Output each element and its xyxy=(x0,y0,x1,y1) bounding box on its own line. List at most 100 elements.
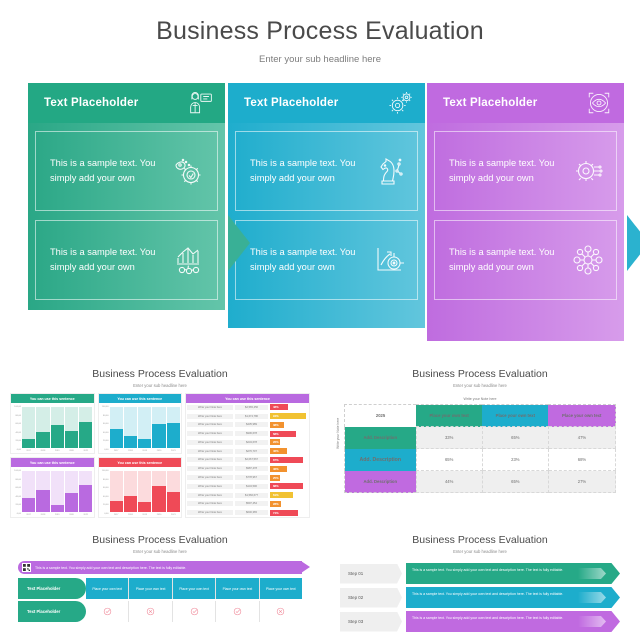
matrix-cell: 23% xyxy=(481,448,549,471)
list-item[interactable]: Write your Note here $597,454 28% xyxy=(186,499,309,508)
thumb-d-subtitle: Enter your sub headline here xyxy=(453,549,507,554)
checklist-column-header[interactable]: Place your own text xyxy=(259,578,303,599)
cell-text: This is a sample text. You simply add yo… xyxy=(449,247,555,272)
process-arrow-1 xyxy=(228,215,252,271)
list-item[interactable]: Write your Note here $2,565,456 48% xyxy=(186,403,309,412)
step-row[interactable]: Step 01 This is a sample text. You simply… xyxy=(340,563,620,584)
matrix-column-header[interactable]: Place your own text xyxy=(548,404,616,427)
panel-2-cell-2[interactable]: This is a sample text. You simply add yo… xyxy=(235,220,418,300)
list-value: $234,678 xyxy=(235,439,268,445)
thumbnail-steps-arrows[interactable]: Business Process Evaluation Enter your s… xyxy=(320,528,640,634)
list-item[interactable]: Write your Note here $987,478 46% xyxy=(186,464,309,473)
process-panel-1[interactable]: Text Placeholder This is a sample text. … xyxy=(28,83,250,310)
chevron-right-icon xyxy=(578,616,606,627)
checklist-column-header[interactable]: Place your own text xyxy=(129,578,173,599)
list-item[interactable]: Write your Note here $276,707 46% xyxy=(186,447,309,456)
list-value: $2,067,567 xyxy=(235,457,268,463)
x-tick-label: 2017 xyxy=(26,450,31,452)
list-note: Write your Note here xyxy=(187,431,233,437)
gears-icon xyxy=(387,90,413,116)
checklist-rows: Text Placeholder Place your own text Place… xyxy=(18,578,303,622)
bar-chart-3[interactable]: You can use this sentence 100,00 80,00 60,0… xyxy=(10,457,95,518)
bar-column: 2021 xyxy=(166,469,180,516)
chevron-right-icon xyxy=(578,592,606,603)
panel-3-cell-2[interactable]: This is a sample text. You simply add yo… xyxy=(434,220,617,300)
list-item[interactable]: Write your Note here $1,566,677 61% xyxy=(186,491,309,500)
matrix-cell: 44% xyxy=(415,470,483,493)
eye-vision-icon xyxy=(586,90,612,116)
bar-chart-title: You can use this sentence xyxy=(98,394,181,403)
list-value: $1,674,786 xyxy=(235,413,268,419)
panel-1-label: Text Placeholder xyxy=(44,97,139,109)
list-bar-track: 25% xyxy=(270,474,308,481)
thumbnail-charts-and-list[interactable]: Business Process Evaluation Enter your s… xyxy=(0,362,320,518)
bar-column: 2018 xyxy=(36,405,50,452)
thumbnail-matrix-table[interactable]: Business Process Evaluation Enter your s… xyxy=(320,362,640,518)
matrix-cell: 33% xyxy=(415,426,483,449)
x-tick-label: 2021 xyxy=(171,514,176,516)
panel-3-cell-1[interactable]: This is a sample text. You simply add yo… xyxy=(434,131,617,211)
y-axis: 100,00 80,00 60,00 40,00 20,00 0,00 xyxy=(101,406,109,451)
list-note: Write your Note here xyxy=(187,404,233,410)
list-item[interactable]: Write your Note here $778,967 25% xyxy=(186,473,309,482)
list-note: Write your Note here xyxy=(187,413,233,419)
list-note: Write your Note here xyxy=(187,422,233,428)
checklist-column-header[interactable]: Place your own text xyxy=(216,578,260,599)
bar-column: 2017 xyxy=(109,405,123,452)
list-item[interactable]: Write your Note here $646,365 74% xyxy=(186,508,309,517)
list-item[interactable]: Write your Note here $906,678 68% xyxy=(186,429,309,438)
matrix-row-label[interactable]: Add. Description xyxy=(344,470,417,493)
matrix-column-header[interactable]: Place your own text xyxy=(416,404,483,427)
chess-knight-icon xyxy=(373,155,405,187)
bar-chart-4[interactable]: You can use this sentence 100,00 80,00 60,0… xyxy=(97,457,182,518)
matrix-row-label[interactable]: Add. Description xyxy=(344,426,417,449)
thumb-a-canvas: You can use this sentence 100,00 80,00 60,0… xyxy=(10,393,310,518)
x-tick-label: 2018 xyxy=(40,514,46,516)
bar-column: 2019 xyxy=(50,405,64,452)
list-item[interactable]: Write your Note here $234,678 26% xyxy=(186,438,309,447)
panel-1-cell-2[interactable]: This is a sample text. You simply add yo… xyxy=(35,220,218,300)
panel-2-cell-1[interactable]: This is a sample text. You simply add yo… xyxy=(235,131,418,211)
list-item[interactable]: Write your Note here $2,067,567 87% xyxy=(186,456,309,465)
bar-chart-title: You can use this sentence xyxy=(98,458,181,467)
checklist-banner: This is a sample text. You simply add yo… xyxy=(18,561,310,574)
presenter-icon xyxy=(187,90,213,116)
step-row[interactable]: Step 03 This is a sample text. You simply… xyxy=(340,611,620,632)
matrix-row-label[interactable]: Add. Description xyxy=(344,448,417,471)
thumb-a-title: Business Process Evaluation xyxy=(92,368,228,380)
panel-1-cell-1[interactable]: This is a sample text. You simply add yo… xyxy=(35,131,218,211)
process-panels: Text Placeholder This is a sample text. … xyxy=(0,83,640,353)
hero-title: Business Process Evaluation xyxy=(156,17,484,45)
bar-chart-1[interactable]: You can use this sentence 100,00 80,00 60,0… xyxy=(10,393,95,454)
checklist-row-label[interactable]: Text Placeholder xyxy=(18,578,86,599)
list-item[interactable]: Write your Note here $1,674,786 94% xyxy=(186,412,309,421)
value-list: You can use this sentence Write your Not… xyxy=(185,393,310,518)
bar-chart-network-icon xyxy=(173,244,205,276)
checklist-row-label[interactable]: Text Placeholder xyxy=(18,601,86,622)
process-panel-3[interactable]: Text Placeholder This is a sample text. … xyxy=(427,83,624,341)
bar-chart-plot: 100,00 80,00 60,00 40,00 20,00 0,00 2017 2018 20… xyxy=(98,467,181,517)
x-tick-label: 2018 xyxy=(40,450,46,452)
x-tick-label: 2020 xyxy=(156,514,162,516)
bar-column: 2018 xyxy=(36,469,50,516)
checklist-column-header[interactable]: Place your own text xyxy=(86,578,130,599)
x-tick-label: 2021 xyxy=(171,450,176,452)
step-label: Step 02 xyxy=(340,587,402,608)
thumbnail-checklist-grid[interactable]: Business Process Evaluation Enter your s… xyxy=(0,528,320,634)
list-bar-track: 46% xyxy=(270,448,308,455)
bar-chart-plot: 100,00 80,00 60,00 40,00 20,00 0,00 2017 2018 20… xyxy=(98,403,181,453)
step-row[interactable]: Step 02 This is a sample text. You simply… xyxy=(340,587,620,608)
cell-text: This is a sample text. You simply add yo… xyxy=(50,247,156,272)
matrix-column-header[interactable]: Place your own text xyxy=(482,404,549,427)
bar-series: 2017 2018 2019 2020 2021 xyxy=(22,405,93,452)
target-growth-icon xyxy=(373,244,405,276)
list-bar: 94% xyxy=(270,413,306,420)
list-item[interactable]: Write your Note here $435,989 38% xyxy=(186,421,309,430)
process-panel-2[interactable]: Text Placeholder This is a sample text. … xyxy=(228,83,640,328)
checklist-column-header[interactable]: Place your own text xyxy=(172,578,217,599)
x-tick-label: 2020 xyxy=(69,514,74,516)
list-note: Write your Note here xyxy=(187,466,233,472)
bar-chart-2[interactable]: You can use this sentence 100,00 80,00 60,0… xyxy=(97,393,182,454)
cell-text: This is a sample text. You simply add yo… xyxy=(50,158,156,183)
list-item[interactable]: Write your Note here $143,596 88% xyxy=(186,482,309,491)
